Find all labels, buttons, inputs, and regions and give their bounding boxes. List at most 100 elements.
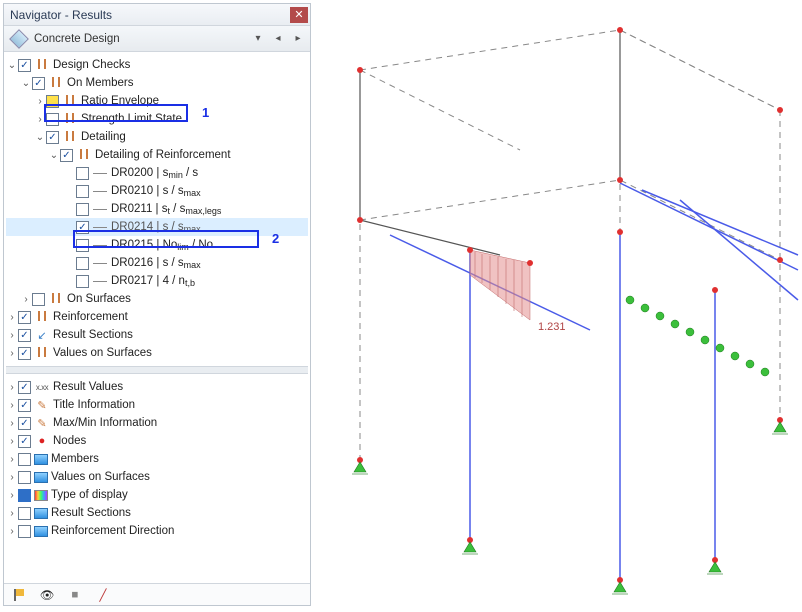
- checkbox[interactable]: [18, 347, 31, 360]
- expander-icon[interactable]: ⌄: [48, 150, 60, 161]
- expander-icon[interactable]: ›: [6, 382, 18, 393]
- tree-item-detailing[interactable]: ⌄ Detailing: [6, 128, 308, 146]
- tree-item-on-surfaces[interactable]: › On Surfaces: [6, 290, 308, 308]
- tree-item-ratio-envelope[interactable]: › Ratio Envelope: [6, 92, 308, 110]
- tree-item-dr0210[interactable]: DR0210 | s / smax: [6, 182, 308, 200]
- checkbox[interactable]: [18, 381, 31, 394]
- members-icon: [62, 130, 78, 144]
- checkbox[interactable]: [76, 203, 89, 216]
- label: On Members: [67, 77, 133, 89]
- list-item-result-values[interactable]: › x.xx Result Values: [6, 378, 308, 396]
- reinf-direction-icon: [34, 526, 48, 537]
- checkbox[interactable]: [18, 435, 31, 448]
- expander-icon[interactable]: ⌄: [6, 60, 18, 71]
- checkbox[interactable]: [46, 131, 59, 144]
- camera-button[interactable]: ■: [64, 587, 86, 603]
- tree-item-design-checks[interactable]: ⌄ Design Checks: [6, 56, 308, 74]
- prev-button[interactable]: ◂: [270, 31, 286, 47]
- checkbox[interactable]: [18, 417, 31, 430]
- list-item-members[interactable]: › Members: [6, 450, 308, 468]
- expander-icon[interactable]: ›: [6, 436, 18, 447]
- checkbox[interactable]: [32, 293, 45, 306]
- checkbox[interactable]: [18, 311, 31, 324]
- tree-item-result-sections[interactable]: › ↙ Result Sections: [6, 326, 308, 344]
- expander-icon[interactable]: ›: [6, 472, 18, 483]
- members-icon: [48, 76, 64, 90]
- checkbox[interactable]: [18, 489, 31, 502]
- expander-icon[interactable]: ›: [20, 294, 32, 305]
- next-button[interactable]: ▸: [290, 31, 306, 47]
- checkbox[interactable]: [60, 149, 73, 162]
- graph-icon: ╱: [100, 588, 107, 602]
- graph-button[interactable]: ╱: [92, 587, 114, 603]
- expander-icon[interactable]: ⌄: [20, 78, 32, 89]
- tree-item-reinforcement[interactable]: › Reinforcement: [6, 308, 308, 326]
- chevron-down-icon[interactable]: ▾: [250, 31, 266, 47]
- tree-item-dr0217[interactable]: DR0217 | 4 / nt,b: [6, 272, 308, 290]
- tree-item-dr0216[interactable]: DR0216 | s / smax: [6, 254, 308, 272]
- line-icon: [92, 166, 108, 180]
- list-item-type-of-display[interactable]: › Type of display: [6, 486, 308, 504]
- expander-icon[interactable]: ›: [34, 114, 46, 125]
- model-viewport[interactable]: 1.231: [320, 0, 800, 609]
- expander-icon[interactable]: ›: [6, 400, 18, 411]
- label: Members: [51, 453, 99, 465]
- list-item-nodes[interactable]: › ● Nodes: [6, 432, 308, 450]
- expander-icon[interactable]: ›: [34, 96, 46, 107]
- checkbox[interactable]: [18, 471, 31, 484]
- list-item-result-sections[interactable]: › Result Sections: [6, 504, 308, 522]
- checkbox[interactable]: [76, 185, 89, 198]
- expander-icon[interactable]: ›: [6, 418, 18, 429]
- label: Title Information: [53, 399, 135, 411]
- close-icon[interactable]: ✕: [290, 7, 308, 23]
- line-icon: [92, 202, 108, 216]
- tree-item-dr0215[interactable]: DR0215 | Nolim / No: [6, 236, 308, 254]
- values-icon: x.xx: [34, 380, 50, 394]
- checkbox[interactable]: [76, 275, 89, 288]
- checkbox[interactable]: [76, 239, 89, 252]
- category-dropdown[interactable]: Concrete Design ▾ ◂ ▸: [4, 26, 310, 52]
- expander-icon[interactable]: ›: [6, 508, 18, 519]
- tree-item-dr0211[interactable]: DR0211 | st / smax,legs: [6, 200, 308, 218]
- expander-icon[interactable]: ›: [6, 490, 18, 501]
- list-item-title-info[interactable]: › ✎ Title Information: [6, 396, 308, 414]
- checkbox[interactable]: [76, 257, 89, 270]
- checkbox[interactable]: [76, 167, 89, 180]
- checkbox[interactable]: [46, 95, 59, 108]
- checkbox[interactable]: [18, 525, 31, 538]
- checkbox[interactable]: [18, 399, 31, 412]
- tree-item-values-on-surfaces[interactable]: › Values on Surfaces: [6, 344, 308, 362]
- tree-item-dr0214[interactable]: DR0214 | s / smax: [6, 218, 308, 236]
- list-item-values-on-surfaces[interactable]: › Values on Surfaces: [6, 468, 308, 486]
- expander-icon[interactable]: ›: [6, 454, 18, 465]
- list-item-maxmin-info[interactable]: › ✎ Max/Min Information: [6, 414, 308, 432]
- flag-button[interactable]: [8, 587, 30, 603]
- eye-button[interactable]: 👁: [36, 587, 58, 603]
- label: Values on Surfaces: [51, 471, 150, 483]
- tree-item-strength-limit-state[interactable]: › Strength Limit State: [6, 110, 308, 128]
- label: Reinforcement: [53, 311, 128, 323]
- label: DR0214 | s / smax: [111, 221, 201, 233]
- tree-item-on-members[interactable]: ⌄ On Members: [6, 74, 308, 92]
- expander-icon[interactable]: ›: [6, 312, 18, 323]
- checkbox[interactable]: [18, 507, 31, 520]
- checkbox[interactable]: [18, 329, 31, 342]
- tree-item-dr0200[interactable]: DR0200 | smin / s: [6, 164, 308, 182]
- checkbox[interactable]: [32, 77, 45, 90]
- expander-icon[interactable]: ›: [6, 330, 18, 341]
- checkbox[interactable]: [46, 113, 59, 126]
- result-sections-icon: [34, 508, 48, 519]
- checkbox[interactable]: [76, 221, 89, 234]
- section-icon: ↙: [34, 328, 50, 342]
- checkbox[interactable]: [18, 59, 31, 72]
- expander-icon[interactable]: ›: [6, 526, 18, 537]
- list-item-reinf-direction[interactable]: › Reinforcement Direction: [6, 522, 308, 540]
- checkbox[interactable]: [18, 453, 31, 466]
- label: Max/Min Information: [53, 417, 157, 429]
- tree-item-detailing-of-reinforcement[interactable]: ⌄ Detailing of Reinforcement: [6, 146, 308, 164]
- label: Nodes: [53, 435, 86, 447]
- expander-icon[interactable]: ⌄: [34, 132, 46, 143]
- label: Strength Limit State: [81, 113, 182, 125]
- expander-icon[interactable]: ›: [6, 348, 18, 359]
- pencil-icon: ✎: [34, 416, 50, 430]
